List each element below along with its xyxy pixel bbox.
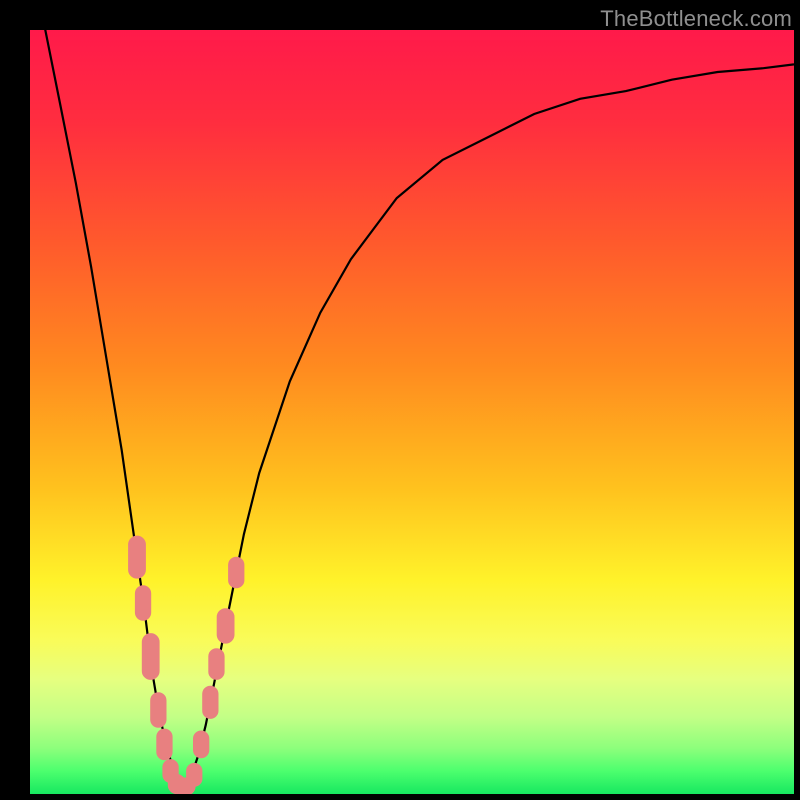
- data-marker: [142, 634, 159, 680]
- data-marker: [135, 586, 150, 620]
- data-marker: [194, 731, 209, 758]
- data-marker: [157, 729, 172, 760]
- data-marker: [203, 686, 218, 718]
- data-marker: [217, 609, 234, 643]
- chart-frame: TheBottleneck.com: [0, 0, 800, 800]
- data-marker: [129, 536, 146, 578]
- watermark-text: TheBottleneck.com: [600, 6, 792, 32]
- curve-layer: [30, 30, 794, 794]
- data-marker: [187, 763, 202, 786]
- plot-area: [30, 30, 794, 794]
- data-marker: [229, 557, 244, 588]
- marker-group: [129, 536, 244, 794]
- data-marker: [209, 649, 224, 680]
- data-marker: [151, 693, 166, 727]
